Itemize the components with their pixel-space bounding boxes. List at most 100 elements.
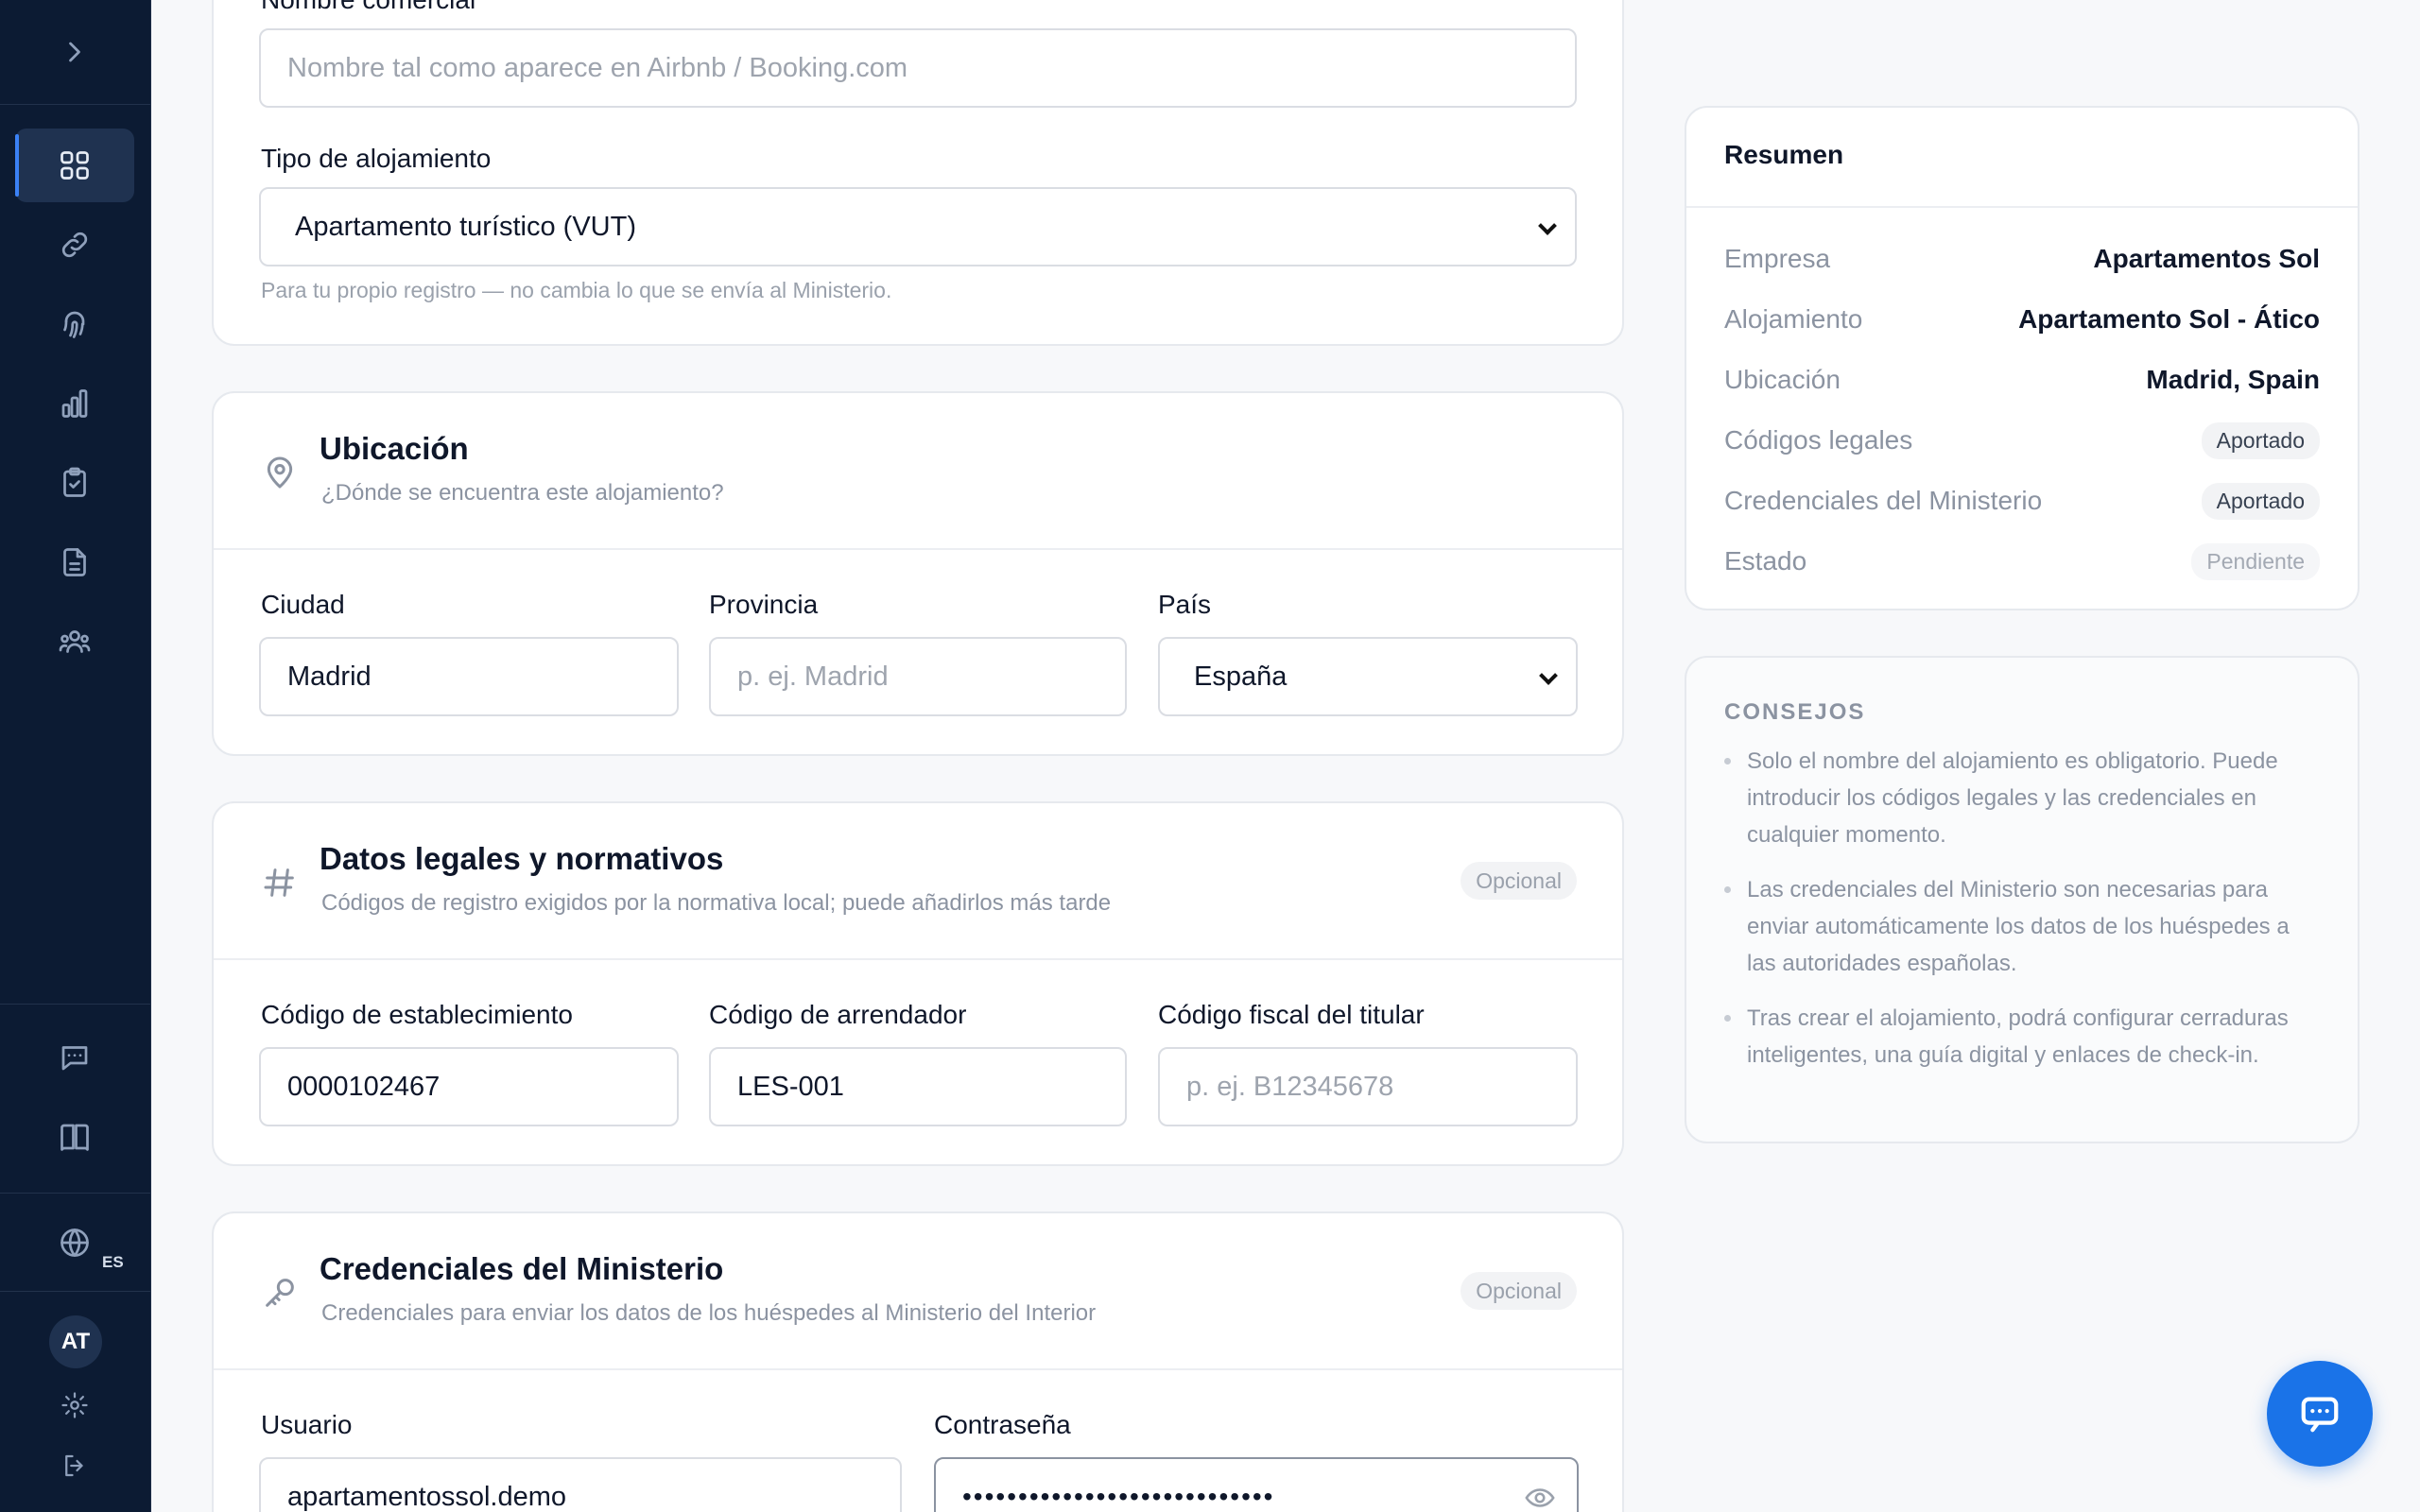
key-icon — [261, 1274, 299, 1312]
summary-key: Ubicación — [1724, 365, 1841, 394]
tip-item: Las credenciales del Ministerio son nece… — [1724, 871, 2324, 982]
ministry-card-header: Credenciales del Ministerio Credenciales… — [214, 1213, 1622, 1370]
location-subtitle: ¿Dónde se encuentra este alojamiento? — [321, 480, 724, 506]
username-label: Usuario — [261, 1410, 353, 1439]
province-label: Provincia — [709, 590, 819, 619]
summary-title: Resumen — [1724, 140, 1844, 169]
sidebar-item-checkins[interactable] — [15, 446, 134, 520]
type-label: Tipo de alojamiento — [261, 144, 492, 173]
summary-key: Estado — [1724, 546, 1807, 576]
clipboard-check-icon — [63, 467, 86, 497]
summary-row: Alojamiento Apartamento Sol - Ático — [1724, 301, 2320, 338]
summary-row: Códigos legales Aportado — [1724, 421, 2320, 459]
password-input[interactable]: •••••••••••••••••••••••••••• — [934, 1457, 1579, 1512]
fingerprint-icon — [63, 311, 85, 338]
optional-badge: Opcional — [1461, 862, 1577, 900]
summary-value: Apartamentos Sol — [2093, 244, 2320, 273]
chevron-right-icon — [69, 42, 80, 62]
landlord-code-input[interactable]: LES-001 — [709, 1047, 1127, 1126]
chat-support-button[interactable] — [2267, 1361, 2373, 1467]
ministry-card: Credenciales del Ministerio Credenciales… — [212, 1211, 1624, 1512]
city-input[interactable]: Madrid — [259, 637, 679, 716]
location-card-header: Ubicación ¿Dónde se encuentra este aloja… — [214, 393, 1622, 550]
summary-row: Ubicación Madrid, Spain — [1724, 361, 2320, 399]
status-badge: Aportado — [2201, 421, 2320, 459]
province-input[interactable]: p. ej. Madrid — [709, 637, 1127, 716]
sidebar: ES AT — [0, 0, 151, 1512]
sidebar-item-support[interactable] — [15, 1021, 134, 1094]
country-select[interactable]: España — [1158, 637, 1578, 716]
status-badge: Aportado — [2201, 482, 2320, 520]
settings-button[interactable] — [15, 1370, 134, 1440]
establishment-label: Código de establecimiento — [261, 1000, 573, 1029]
sidebar-divider — [0, 1291, 150, 1292]
bar-chart-icon — [61, 389, 88, 418]
hash-icon — [261, 864, 299, 902]
logout-button[interactable] — [15, 1431, 134, 1501]
general-card: Nombre comercial Nombre tal como aparece… — [212, 0, 1624, 346]
avatar[interactable]: AT — [49, 1315, 102, 1368]
legal-subtitle: Códigos de registro exigidos por la norm… — [321, 890, 1112, 916]
summary-value: Apartamento Sol - Ático — [2018, 304, 2320, 334]
book-icon — [60, 1124, 89, 1151]
tax-code-input[interactable]: p. ej. B12345678 — [1158, 1047, 1578, 1126]
logout-icon — [65, 1454, 83, 1477]
location-title: Ubicación — [320, 431, 469, 466]
summary-key: Alojamiento — [1724, 304, 1863, 334]
username-input[interactable]: apartamentossol.demo — [259, 1457, 902, 1512]
country-label: País — [1158, 590, 1212, 619]
sidebar-item-guests[interactable] — [15, 605, 134, 679]
establishment-code-input[interactable]: 0000102467 — [259, 1047, 679, 1126]
summary-key: Credenciales del Ministerio — [1724, 486, 2043, 515]
landlord-label: Código de arrendador — [709, 1000, 967, 1029]
link-icon — [61, 232, 88, 258]
ministry-subtitle: Credenciales para enviar los datos de lo… — [321, 1300, 1097, 1326]
globe-icon — [60, 1228, 89, 1257]
summary-value: Madrid, Spain — [2146, 365, 2320, 394]
sidebar-item-guide[interactable] — [15, 1100, 134, 1174]
tips-title: CONSEJOS — [1724, 699, 1866, 725]
chat-icon — [61, 1046, 88, 1071]
sidebar-divider — [0, 1004, 150, 1005]
language-code: ES — [102, 1253, 124, 1271]
sidebar-divider — [0, 1193, 150, 1194]
legal-card: Datos legales y normativos Códigos de re… — [212, 801, 1624, 1166]
summary-key: Empresa — [1724, 244, 1831, 273]
document-icon — [63, 548, 86, 576]
sidebar-divider — [0, 104, 150, 105]
settings-icon — [61, 1392, 88, 1418]
summary-row: Empresa Apartamentos Sol — [1724, 240, 2320, 278]
sidebar-item-documents[interactable] — [15, 525, 134, 599]
location-card: Ubicación ¿Dónde se encuentra este aloja… — [212, 391, 1624, 756]
type-select[interactable]: Apartamento turístico (VUT) — [259, 187, 1577, 266]
type-hint: Para tu propio registro — no cambia lo q… — [261, 278, 892, 302]
password-value: •••••••••••••••••••••••••••• — [962, 1482, 1275, 1511]
tax-label: Código fiscal del titular — [1158, 1000, 1425, 1029]
expand-sidebar-button[interactable] — [15, 15, 134, 89]
password-label: Contraseña — [934, 1410, 1071, 1439]
sidebar-item-dashboard[interactable] — [15, 129, 134, 202]
optional-badge: Opcional — [1461, 1272, 1577, 1310]
summary-key: Códigos legales — [1724, 425, 1913, 455]
sidebar-item-links[interactable] — [15, 208, 134, 282]
tips-panel: CONSEJOS Solo el nombre del alojamiento … — [1685, 656, 2360, 1143]
summary-row: Credenciales del Ministerio Aportado — [1724, 482, 2320, 520]
map-pin-icon — [261, 454, 299, 491]
summary-divider — [1686, 206, 2358, 208]
users-icon — [59, 630, 91, 653]
legal-card-header: Datos legales y normativos Códigos de re… — [214, 803, 1622, 960]
sidebar-item-reports[interactable] — [15, 367, 134, 440]
sidebar-item-identity[interactable] — [15, 287, 134, 361]
name-label: Nombre comercial — [261, 0, 475, 15]
status-badge: Pendiente — [2191, 542, 2320, 580]
chat-icon — [2301, 1397, 2339, 1433]
legal-title: Datos legales y normativos — [320, 841, 724, 876]
name-input[interactable]: Nombre tal como aparece en Airbnb / Book… — [259, 28, 1577, 108]
city-label: Ciudad — [261, 590, 345, 619]
dashboard-grid-icon — [60, 151, 89, 180]
eye-icon[interactable] — [1524, 1482, 1556, 1512]
summary-panel: Resumen Empresa Apartamentos Sol Alojami… — [1685, 106, 2360, 610]
summary-row: Estado Pendiente — [1724, 542, 2320, 580]
tip-item: Tras crear el alojamiento, podrá configu… — [1724, 1000, 2324, 1074]
tip-item: Solo el nombre del alojamiento es obliga… — [1724, 743, 2324, 853]
